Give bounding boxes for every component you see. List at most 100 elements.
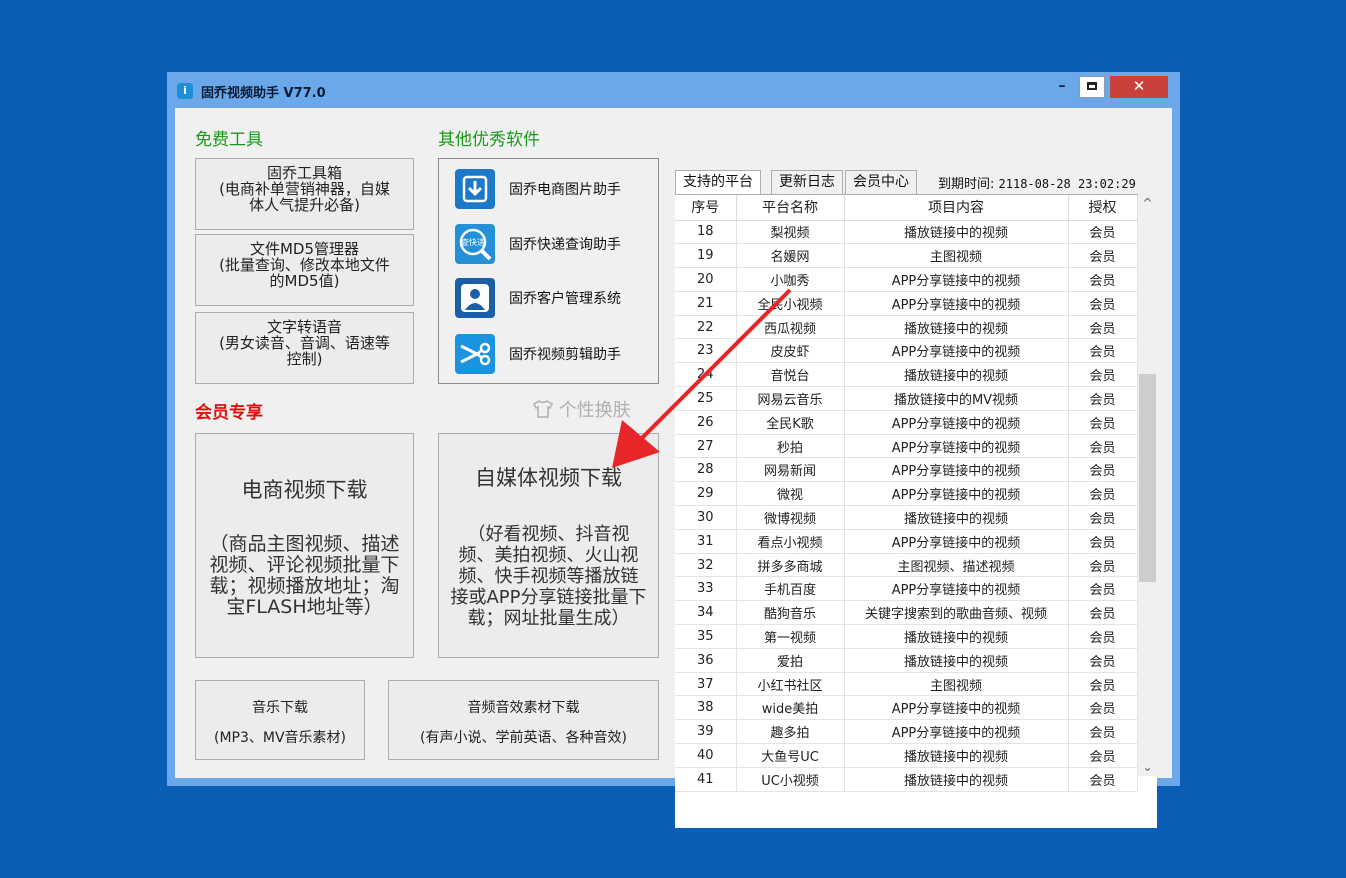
toolbox-desc-2: 体人气提升必备) — [249, 196, 360, 214]
column-header[interactable]: 项目内容 — [844, 195, 1069, 221]
table-row[interactable]: 40 大鱼号UC 播放链接中的视频 会员 — [675, 743, 1138, 768]
table-row[interactable]: 38 wide美拍 APP分享链接中的视频 会员 — [675, 695, 1138, 721]
table-cell: 会员 — [1068, 695, 1138, 721]
table-cell: 手机百度 — [736, 576, 845, 602]
media-video-title: 自媒体视频下载 — [475, 466, 622, 490]
table-row[interactable]: 23 皮皮虾 APP分享链接中的视频 会员 — [675, 338, 1138, 364]
table-cell: 会员 — [1068, 386, 1138, 411]
title-bar[interactable]: i 固乔视频助手 V77.0 – ✕ — [167, 72, 1180, 108]
table-cell: 播放链接中的视频 — [844, 220, 1069, 245]
table-cell: 关键字搜索到的歌曲音频、视频 — [844, 600, 1069, 626]
scroll-down-icon[interactable]: ⌄ — [1138, 758, 1157, 776]
table-cell: 32 — [675, 553, 737, 578]
table-row[interactable]: 30 微博视频 播放链接中的视频 会员 — [675, 505, 1138, 530]
soft-item-video-editor[interactable]: 固乔视频剪辑助手 — [439, 329, 658, 379]
toolbox-button[interactable]: 固乔工具箱 (电商补单营销神器，自媒 体人气提升必备) — [195, 158, 414, 230]
table-cell: 播放链接中的视频 — [844, 362, 1069, 388]
table-row[interactable]: 24 音悦台 播放链接中的视频 会员 — [675, 362, 1138, 388]
table-row[interactable]: 20 小咖秀 APP分享链接中的视频 会员 — [675, 267, 1138, 292]
table-cell: 会员 — [1068, 576, 1138, 602]
table-row[interactable]: 32 拼多多商城 主图视频、描述视频 会员 — [675, 553, 1138, 578]
skin-button[interactable]: 个性换肤 — [533, 396, 631, 422]
free-tools-heading: 免费工具 — [195, 130, 263, 150]
column-header[interactable]: 序号 — [675, 195, 737, 221]
table-row[interactable]: 35 第一视频 播放链接中的视频 会员 — [675, 624, 1138, 649]
table-cell: 秒拍 — [736, 434, 845, 459]
table-row[interactable]: 27 秒拍 APP分享链接中的视频 会员 — [675, 434, 1138, 459]
table-cell: 39 — [675, 719, 737, 745]
expire-value: 2118-08-28 23:02:29 — [998, 177, 1136, 191]
table-header-row: 序号 平台名称 项目内容 授权 — [675, 195, 1138, 221]
maximize-icon — [1087, 82, 1097, 90]
soft-item-express-helper[interactable]: 查快递 固乔快递查询助手 — [439, 219, 658, 269]
soft-item-image-helper[interactable]: 固乔电商图片助手 — [439, 164, 658, 214]
table-cell: 主图视频 — [844, 243, 1069, 269]
table-cell: 会员 — [1068, 457, 1138, 483]
table-cell: APP分享链接中的视频 — [844, 481, 1069, 507]
tts-desc-1: (男女读音、音调、语速等 — [219, 334, 390, 352]
table-cell: APP分享链接中的视频 — [844, 695, 1069, 721]
table-row[interactable]: 26 全民K歌 APP分享链接中的视频 会员 — [675, 410, 1138, 435]
column-header[interactable]: 授权 — [1068, 195, 1138, 221]
client-area: 免费工具 固乔工具箱 (电商补单营销神器，自媒 体人气提升必备) 文件MD5管理… — [175, 108, 1172, 828]
table-row[interactable]: 21 全民小视频 APP分享链接中的视频 会员 — [675, 291, 1138, 316]
table-row[interactable]: 31 看点小视频 APP分享链接中的视频 会员 — [675, 529, 1138, 554]
table-row[interactable]: 29 微视 APP分享链接中的视频 会员 — [675, 481, 1138, 507]
column-header[interactable]: 平台名称 — [736, 195, 845, 221]
table-cell: 趣多拍 — [736, 719, 845, 745]
table-row[interactable]: 18 梨视频 播放链接中的视频 会员 — [675, 220, 1138, 245]
other-software-heading: 其他优秀软件 — [438, 130, 540, 150]
tab-update-log[interactable]: 更新日志 — [771, 170, 843, 194]
table-cell: 西瓜视频 — [736, 315, 845, 340]
table-row[interactable]: 22 西瓜视频 播放链接中的视频 会员 — [675, 315, 1138, 340]
close-button[interactable]: ✕ — [1110, 76, 1168, 98]
table-cell: 会员 — [1068, 220, 1138, 245]
table-cell: 会员 — [1068, 410, 1138, 435]
table-cell: 会员 — [1068, 243, 1138, 269]
table-row[interactable]: 34 酷狗音乐 关键字搜索到的歌曲音频、视频 会员 — [675, 600, 1138, 626]
table-cell: 40 — [675, 743, 737, 768]
table-cell: 全民小视频 — [736, 291, 845, 316]
table-row[interactable]: 25 网易云音乐 播放链接中的MV视频 会员 — [675, 386, 1138, 411]
tab-member-center[interactable]: 会员中心 — [845, 170, 917, 194]
table-scrollbar[interactable]: ^ ⌄ — [1138, 194, 1157, 776]
table-cell: 会员 — [1068, 505, 1138, 530]
table-cell: 音悦台 — [736, 362, 845, 388]
table-cell: 会员 — [1068, 267, 1138, 292]
tts-button[interactable]: 文字转语音 (男女读音、音调、语速等 控制) — [195, 312, 414, 384]
md5-manager-button[interactable]: 文件MD5管理器 (批量查询、修改本地文件 的MD5值) — [195, 234, 414, 306]
table-cell: 33 — [675, 576, 737, 602]
ecommerce-video-title: 电商视频下载 — [241, 478, 368, 502]
maximize-button[interactable] — [1079, 76, 1105, 98]
table-row[interactable]: 28 网易新闻 APP分享链接中的视频 会员 — [675, 457, 1138, 483]
table-cell: 播放链接中的视频 — [844, 505, 1069, 530]
table-cell: 播放链接中的视频 — [844, 624, 1069, 649]
minimize-button[interactable]: – — [1049, 76, 1075, 98]
md5-desc-2: 的MD5值) — [269, 272, 340, 290]
table-cell: 29 — [675, 481, 737, 507]
ecommerce-video-download-button[interactable]: 电商视频下载 （商品主图视频、描述 视频、评论视频批量下 载；视频播放地址；淘 … — [195, 433, 414, 658]
soft-item-customer-system[interactable]: 固乔客户管理系统 — [439, 273, 658, 323]
table-cell: 小咖秀 — [736, 267, 845, 292]
table-row[interactable]: 41 UC小视频 播放链接中的视频 会员 — [675, 767, 1138, 792]
table-row[interactable]: 19 名媛网 主图视频 会员 — [675, 243, 1138, 269]
table-row[interactable]: 33 手机百度 APP分享链接中的视频 会员 — [675, 576, 1138, 602]
media-video-download-button[interactable]: 自媒体视频下载 （好看视频、抖音视 频、美拍视频、火山视 频、快手视频等播放链 … — [438, 433, 659, 658]
music-download-button[interactable]: 音乐下载 (MP3、MV音乐素材) — [195, 680, 365, 760]
soft-label-video-editor: 固乔视频剪辑助手 — [509, 347, 621, 363]
expire-time: 到期时间: 2118-08-28 23:02:29 — [938, 173, 1136, 192]
table-row[interactable]: 39 趣多拍 APP分享链接中的视频 会员 — [675, 719, 1138, 745]
tab-supported-platforms[interactable]: 支持的平台 — [675, 170, 761, 195]
table-cell: APP分享链接中的视频 — [844, 457, 1069, 483]
media-desc-line: （好看视频、抖音视 — [467, 524, 630, 545]
table-cell: 名媛网 — [736, 243, 845, 269]
scroll-up-icon[interactable]: ^ — [1138, 194, 1157, 212]
scroll-thumb[interactable] — [1139, 374, 1156, 582]
table-cell: 会员 — [1068, 553, 1138, 578]
expire-label: 到期时间: — [938, 177, 995, 192]
audio-effects-download-button[interactable]: 音频音效素材下载 (有声小说、学前英语、各种音效) — [388, 680, 659, 760]
table-row[interactable]: 36 爱拍 播放链接中的视频 会员 — [675, 648, 1138, 673]
media-desc-line: 频、快手视频等播放链 — [458, 566, 639, 587]
table-row[interactable]: 37 小红书社区 主图视频 会员 — [675, 672, 1138, 697]
table-cell: 会员 — [1068, 434, 1138, 459]
